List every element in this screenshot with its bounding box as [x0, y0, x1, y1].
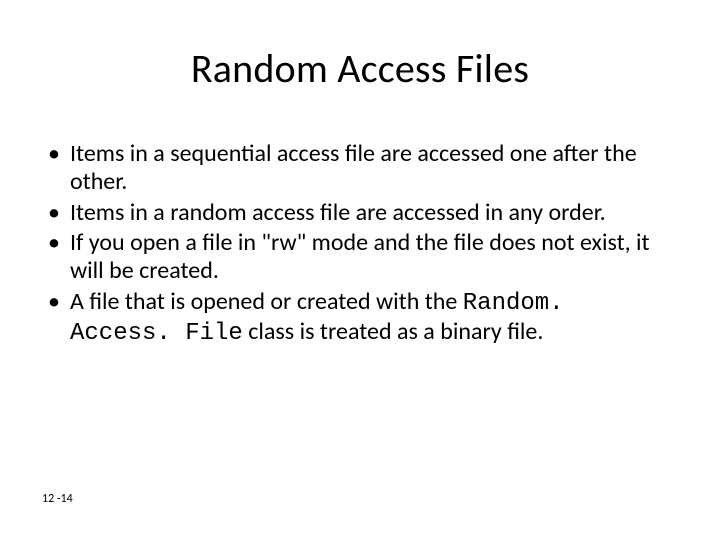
- slide: Random Access Files Items in a sequentia…: [0, 0, 720, 540]
- slide-number: 12 -14: [42, 492, 73, 506]
- list-item: A file that is opened or created with th…: [42, 288, 678, 349]
- bullet-text-prefix: A file that is opened or created with th…: [70, 287, 463, 316]
- slide-title: Random Access Files: [0, 44, 720, 93]
- bullet-text: Items in a sequential access file are ac…: [70, 139, 637, 196]
- list-item: Items in a sequential access file are ac…: [42, 140, 678, 197]
- bullet-text: Items in a random access file are access…: [70, 198, 606, 227]
- list-item: If you open a file in "rw" mode and the …: [42, 229, 678, 286]
- bullet-text-suffix: class is treated as a binary file.: [243, 317, 544, 346]
- list-item: Items in a random access file are access…: [42, 199, 678, 227]
- bullet-text: If you open a file in "rw" mode and the …: [70, 228, 650, 285]
- bullet-list: Items in a sequential access file are ac…: [42, 140, 678, 348]
- slide-body: Items in a sequential access file are ac…: [42, 140, 678, 350]
